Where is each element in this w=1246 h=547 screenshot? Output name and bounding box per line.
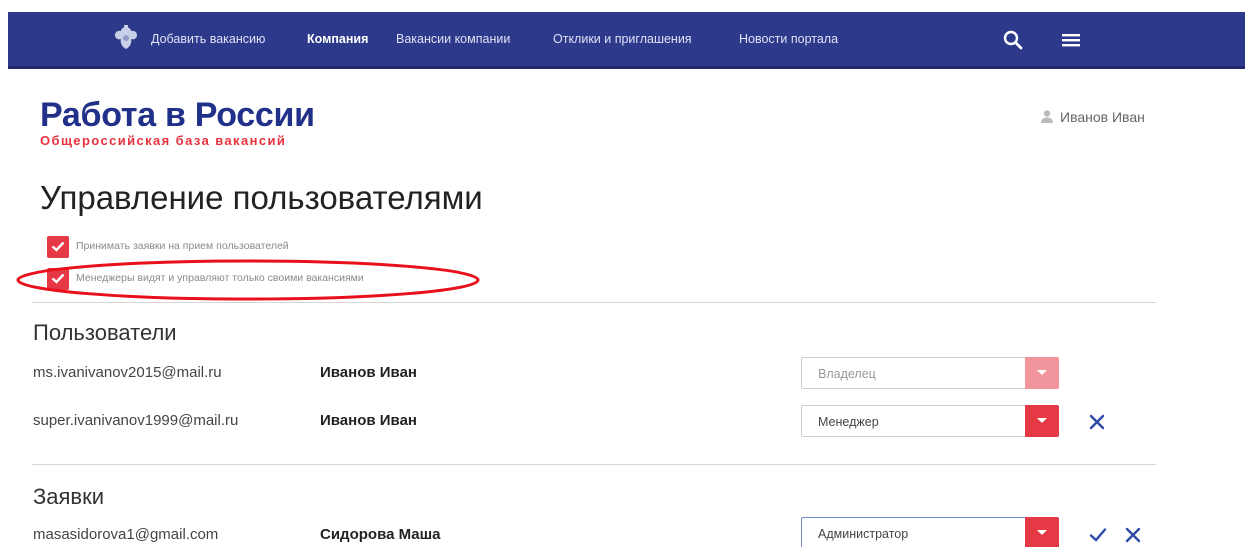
nav-item-add-vacancy[interactable]: Добавить вакансию — [151, 32, 265, 46]
checkmark-icon — [51, 241, 65, 252]
chevron-down-icon — [1037, 530, 1047, 535]
accept-requests-checkbox[interactable] — [47, 236, 69, 258]
dropdown-arrow[interactable] — [1025, 405, 1059, 437]
emblem-icon[interactable] — [111, 24, 141, 52]
role-select-manager[interactable]: Менеджер — [801, 405, 1059, 437]
hamburger-menu-icon[interactable] — [1060, 29, 1082, 51]
user-menu[interactable]: Иванов Иван — [1040, 109, 1145, 125]
remove-icon[interactable] — [1088, 413, 1106, 431]
reject-icon[interactable] — [1124, 526, 1142, 544]
page-title: Управление пользователями — [40, 179, 483, 216]
section-divider — [32, 464, 1156, 465]
nav-item-company-vacancies[interactable]: Вакансии компании — [396, 32, 510, 46]
request-email: masasidorova1@gmail.com — [33, 526, 219, 543]
site-logo-subtitle: Общероссийская база вакансий — [40, 133, 287, 148]
user-name: Иванов Иван — [1060, 109, 1145, 125]
dropdown-arrow[interactable] — [1025, 517, 1059, 547]
top-navigation-bar: Добавить вакансию Компания Вакансии комп… — [8, 12, 1245, 69]
requests-section-title: Заявки — [33, 484, 105, 509]
role-select-value: Администратор — [818, 527, 909, 541]
nav-item-responses-invitations[interactable]: Отклики и приглашения — [553, 32, 692, 46]
request-name-cell: Сидорова Маша — [320, 526, 441, 543]
user-email: super.ivanivanov1999@mail.ru — [33, 412, 239, 429]
accept-requests-label: Принимать заявки на прием пользователей — [76, 240, 289, 252]
dropdown-arrow — [1025, 357, 1059, 389]
search-icon[interactable] — [1002, 29, 1024, 51]
highlight-annotation-ellipse — [16, 259, 480, 301]
role-select-administrator[interactable]: Администратор — [801, 517, 1059, 547]
nav-item-portal-news[interactable]: Новости портала — [739, 32, 838, 46]
role-select-value: Владелец — [818, 367, 876, 381]
user-name-cell: Иванов Иван — [320, 364, 417, 381]
user-icon — [1041, 110, 1053, 123]
section-divider — [32, 302, 1156, 303]
user-email: ms.ivanivanov2015@mail.ru — [33, 364, 222, 381]
chevron-down-icon — [1037, 418, 1047, 423]
nav-item-company[interactable]: Компания — [307, 32, 368, 46]
role-select-value: Менеджер — [818, 415, 879, 429]
user-name-cell: Иванов Иван — [320, 412, 417, 429]
approve-icon[interactable] — [1089, 526, 1107, 544]
site-logo-title[interactable]: Работа в России — [40, 96, 315, 135]
users-section-title: Пользователи — [33, 320, 177, 345]
chevron-down-icon — [1037, 370, 1047, 375]
role-select-owner: Владелец — [801, 357, 1059, 389]
